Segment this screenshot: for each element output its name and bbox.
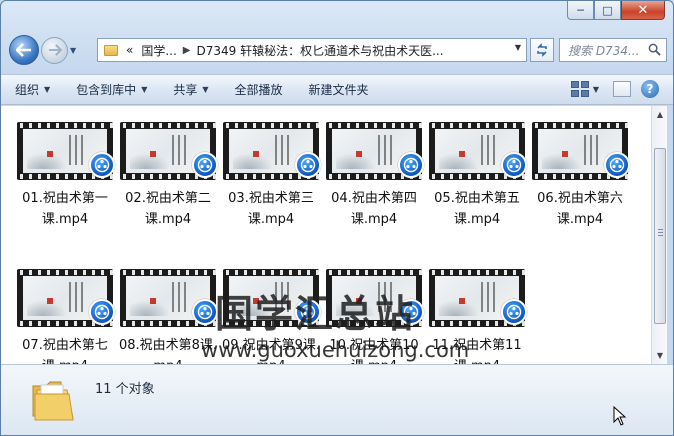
file-name: 03.祝由术第三 课.mp4 <box>228 191 314 227</box>
view-controls: ▼ ? <box>570 80 659 98</box>
file-list[interactable]: 01.祝由术第一 课.mp4 02.祝由术第二 课.mp4 03.祝由术第三 课.mp4 0… <box>1 106 651 364</box>
media-player-icon <box>398 152 424 178</box>
back-arrow-icon <box>16 43 31 57</box>
minimize-button[interactable]: ─ <box>567 1 594 20</box>
breadcrumb-overflow[interactable]: « <box>126 43 133 57</box>
file-name: 02.祝由术第二 课.mp4 <box>125 191 211 227</box>
media-player-icon <box>295 152 321 178</box>
scrollbar-thumb[interactable] <box>654 148 666 324</box>
share-label: 共享 <box>173 83 198 97</box>
chevron-down-icon: ▼ <box>44 85 51 94</box>
chevron-down-icon: ▼ <box>141 85 148 94</box>
file-item[interactable]: 05.祝由术第五 课.mp4 <box>427 122 527 242</box>
refresh-icon <box>537 43 547 57</box>
refresh-button[interactable] <box>530 38 554 62</box>
mouse-cursor-icon <box>613 406 627 426</box>
new-folder-button[interactable]: 新建文件夹 <box>309 81 369 98</box>
search-input[interactable]: 搜索 D734... <box>559 38 667 62</box>
file-item[interactable]: 01.祝由术第一 课.mp4 <box>15 122 115 242</box>
command-bar: 组织 ▼ 包含到库中 ▼ 共享 ▼ 全部播放 新建文件夹 ▼ ? <box>1 74 673 105</box>
address-bar[interactable]: « 国学... ▶ D7349 轩辕秘法：权匕通道术与祝由术天医... ▼ <box>97 38 527 62</box>
scroll-down-icon[interactable]: ▼ <box>653 348 667 363</box>
include-in-library-button[interactable]: 包含到库中 ▼ <box>76 81 147 98</box>
play-all-label: 全部播放 <box>234 83 283 97</box>
breadcrumb-item[interactable]: 国学... <box>141 42 176 59</box>
file-item[interactable]: 03.祝由术第三 课.mp4 <box>221 122 321 242</box>
file-item[interactable]: 07.祝由术第七课.mp4 <box>15 269 115 364</box>
recent-pages-dropdown[interactable]: ▼ <box>70 46 82 55</box>
media-player-icon <box>604 152 630 178</box>
folder-icon <box>32 381 74 421</box>
forward-button[interactable] <box>41 36 68 64</box>
navigation-bar: ▼ « 国学... ▶ D7349 轩辕秘法：权匕通道术与祝由术天医... ▼ … <box>9 34 667 66</box>
item-count: 11 个对象 <box>95 382 155 397</box>
search-icon[interactable] <box>648 43 661 56</box>
folder-icon <box>104 44 118 56</box>
organize-button[interactable]: 组织 ▼ <box>15 81 50 98</box>
file-item[interactable]: 04.祝由术第四 课.mp4 <box>324 122 424 242</box>
view-options-dropdown-icon[interactable]: ▼ <box>593 85 599 94</box>
file-name: 06.祝由术第六 课.mp4 <box>537 191 623 227</box>
media-player-icon <box>501 299 527 325</box>
file-item[interactable]: 06.祝由术第六 课.mp4 <box>530 122 630 242</box>
watermark-title: 国学汇总站 <box>215 291 416 336</box>
address-dropdown-icon[interactable]: ▼ <box>515 43 521 52</box>
breadcrumb-separator-icon[interactable]: ▶ <box>183 45 191 56</box>
forward-arrow-icon <box>48 44 62 56</box>
scroll-up-icon[interactable]: ▲ <box>653 107 667 122</box>
share-button[interactable]: 共享 ▼ <box>173 81 208 98</box>
preview-pane-button[interactable] <box>613 81 631 97</box>
new-folder-label: 新建文件夹 <box>308 83 369 97</box>
media-player-icon <box>192 152 218 178</box>
maximize-button[interactable]: □ <box>594 1 621 20</box>
media-player-icon <box>89 152 115 178</box>
breadcrumb-current[interactable]: D7349 轩辕秘法：权匕通道术与祝由术天医... <box>197 42 444 59</box>
back-button[interactable] <box>9 35 39 65</box>
search-placeholder: 搜索 D734... <box>568 43 640 58</box>
file-name: 07.祝由术第七课.mp4 <box>22 338 108 364</box>
play-all-button[interactable]: 全部播放 <box>235 81 283 98</box>
explorer-window: ─ □ ✕ ▼ « 国学... ▶ D7349 轩辕秘法：权匕通道术与祝由术天医… <box>0 0 674 436</box>
change-view-icon[interactable] <box>570 81 589 97</box>
organize-label: 组织 <box>15 83 40 97</box>
file-name: 04.祝由术第四 课.mp4 <box>331 191 417 227</box>
file-name: 05.祝由术第五 课.mp4 <box>434 191 520 227</box>
caption-buttons: ─ □ ✕ <box>567 1 665 20</box>
media-player-icon <box>89 299 115 325</box>
watermark-url: www.guoxuehuizong.com <box>201 338 470 362</box>
vertical-scrollbar[interactable]: ▲ ▼ <box>651 106 667 364</box>
file-item[interactable]: 02.祝由术第二 课.mp4 <box>118 122 218 242</box>
include-library-label: 包含到库中 <box>76 83 137 97</box>
media-player-icon <box>501 152 527 178</box>
file-name: 01.祝由术第一 课.mp4 <box>22 191 108 227</box>
details-pane: 11 个对象 <box>1 364 673 435</box>
close-button[interactable]: ✕ <box>621 1 665 20</box>
help-icon[interactable]: ? <box>641 80 659 98</box>
chevron-down-icon: ▼ <box>202 85 209 94</box>
